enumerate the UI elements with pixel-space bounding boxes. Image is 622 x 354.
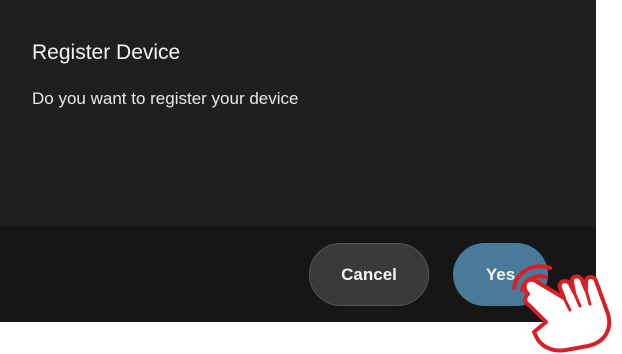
cancel-button[interactable]: Cancel [309, 243, 429, 306]
hand-outline [522, 274, 612, 353]
tap-hand-icon [512, 264, 612, 353]
dialog-title: Register Device [32, 41, 181, 64]
dialog-message: Do you want to register your device [32, 89, 299, 108]
